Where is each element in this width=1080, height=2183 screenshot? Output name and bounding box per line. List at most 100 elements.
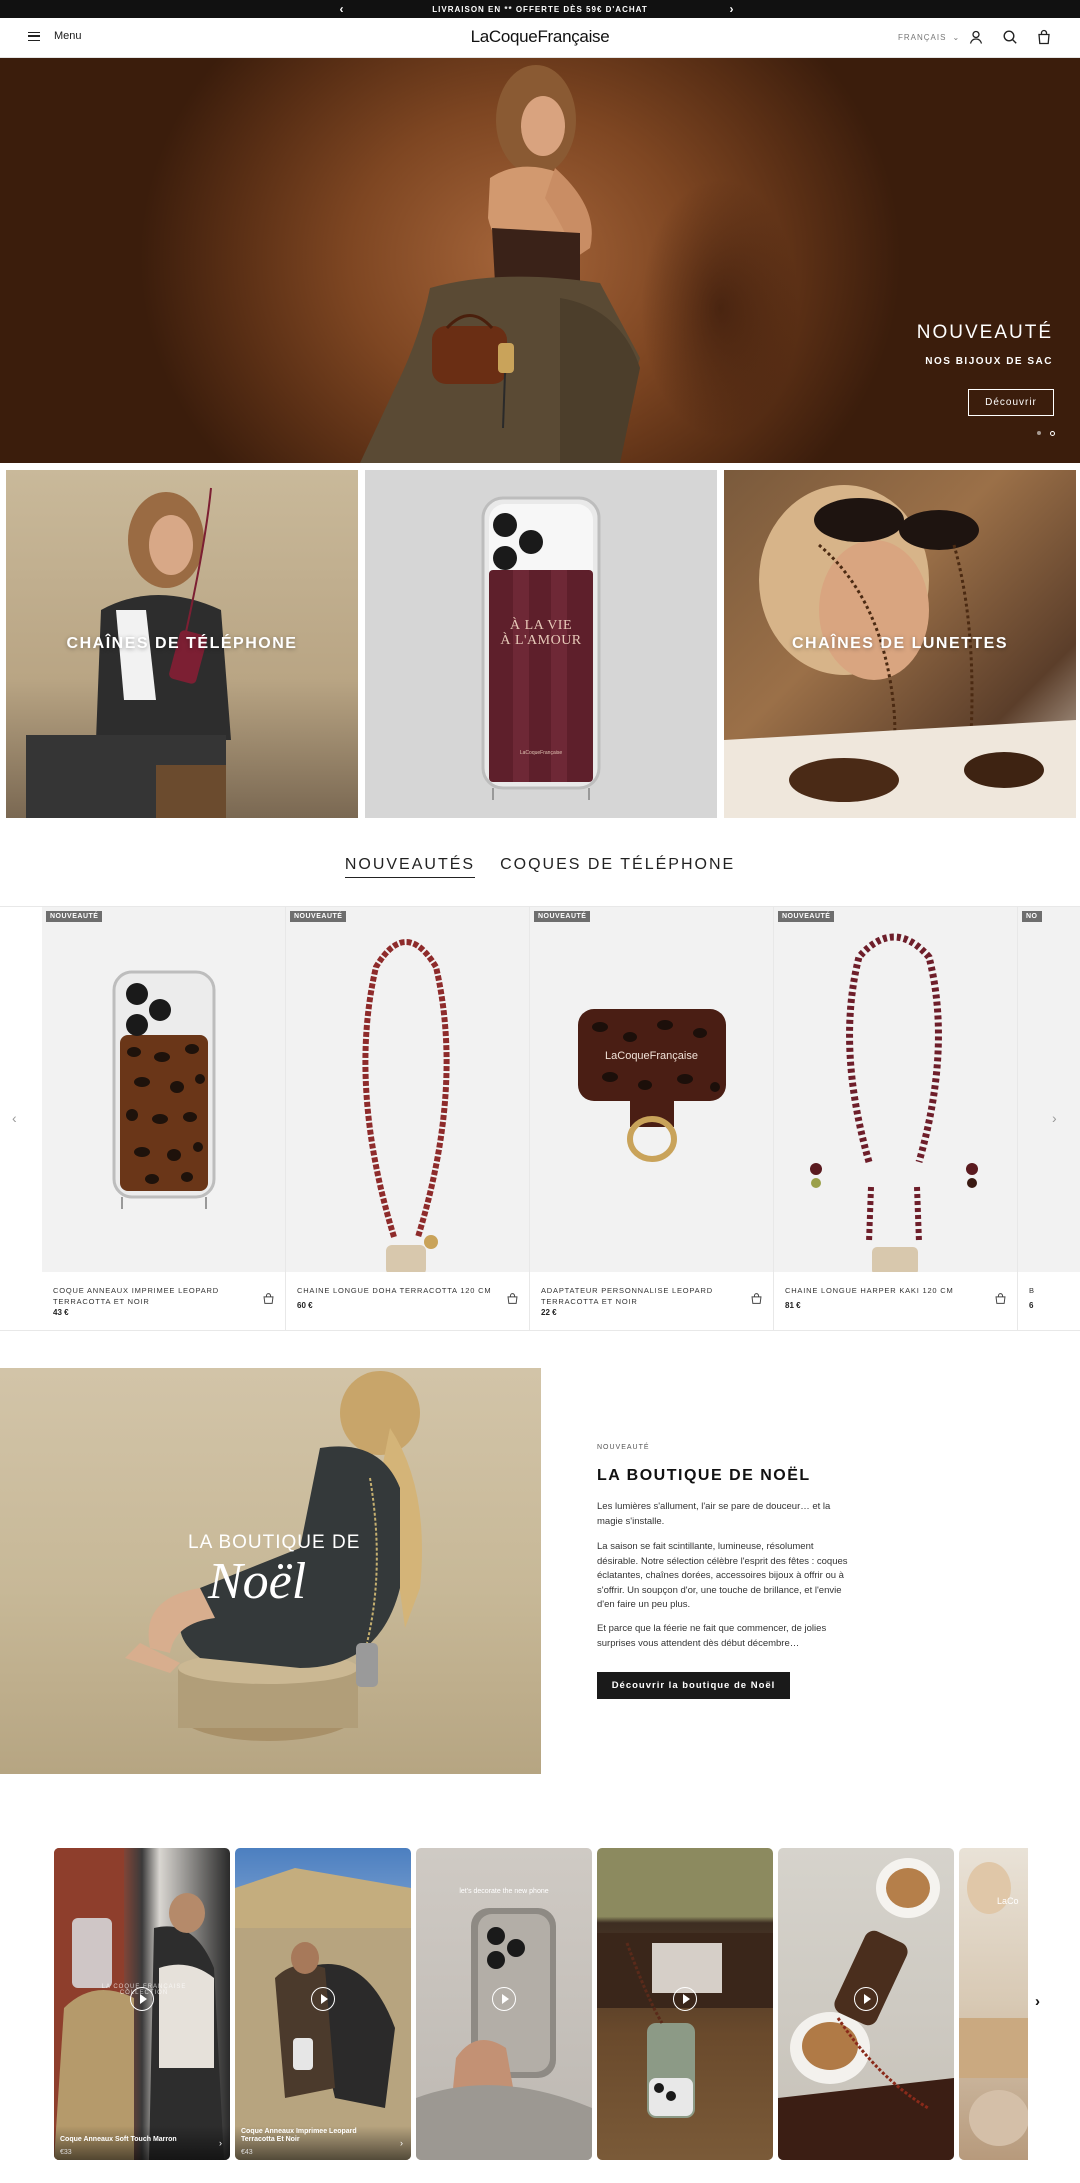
christmas-paragraph-1: Les lumières s'allument, l'air se pare d… [597,1501,831,1527]
video-card[interactable]: LaCo [959,1848,1028,2160]
language-label: FRANÇAIS [898,33,947,42]
language-selector[interactable]: FRANÇAIS ⌄ [898,33,960,42]
product-price: 43 € [53,1308,69,1317]
tab-nouveautes[interactable]: NOUVEAUTÉS [344,856,476,878]
product-card[interactable]: NOUVEAUTÉ CHAINE LONGUE DOHA TERRACOTTA … [286,907,530,1331]
bag-icon[interactable] [1036,29,1052,45]
product-name[interactable]: CHAINE LONGUE HARPER KAKI 120 CM [785,1285,981,1296]
video-title[interactable]: Coque Anneaux Soft Touch Marron [60,2136,210,2144]
product-card[interactable]: NOUVEAUTÉ LaCoqueFrançaise ADAPTATEUR PE… [530,907,774,1331]
video-price: €43 [241,2149,253,2156]
christmas-shop-button[interactable]: Découvrir la boutique de Noël [597,1672,790,1699]
product-image: NOUVEAUTÉ [774,907,1017,1272]
product-name[interactable]: CHAINE LONGUE DOHA TERRACOTTA 120 CM [297,1285,493,1296]
product-carousel: NOUVEAUTÉ COQUE ANNEAUX IMPRIMEE LEOPARD… [0,906,1080,1331]
christmas-paragraph-2: La saison se fait scintillante, lumineus… [597,1541,848,1610]
announcement-bar: ‹ LIVRAISON EN ** OFFERTE DÈS 59€ D'ACHA… [0,0,1080,18]
hero-subtitle: NOS BIJOUX DE SAC [925,356,1053,367]
video-card[interactable] [597,1848,773,2160]
carousel-prev-button[interactable]: ‹ [12,1110,17,1126]
collection-tabs: NOUVEAUTÉS COQUES DE TÉLÉPHONE [0,856,1080,878]
new-badge: NOUVEAUTÉ [534,911,591,922]
hero-dot-active[interactable] [1050,431,1055,436]
site-header: Menu LaCoqueFrançaise FRANÇAIS ⌄ [0,18,1080,58]
tile-phone-chains[interactable]: CHAÎNES DE TÉLÉPHONE [6,470,358,818]
tab-coques[interactable]: COQUES DE TÉLÉPHONE [500,856,735,878]
video-overlay-text: LaCo [997,1896,1019,1906]
christmas-kicker: NOUVEAUTÉ [597,1444,650,1451]
search-icon[interactable] [1002,29,1018,45]
add-to-cart-icon[interactable] [994,1292,1007,1305]
case-brand-text: LaCoqueFrançaise [519,750,563,756]
product-card[interactable]: NOUVEAUTÉ CHAINE LONGUE HARPER KAKI 120 … [774,907,1018,1331]
new-badge: NOUVEAUTÉ [290,911,347,922]
product-price: 60 € [297,1301,313,1310]
video-card[interactable]: let's decorate the new phone [416,1848,592,2160]
product-price: 6 [1029,1301,1034,1310]
user-icon[interactable] [968,29,984,45]
add-to-cart-icon[interactable] [506,1292,519,1305]
video-thumbnail [959,1862,1028,2146]
video-caption: Coque Anneaux Imprimee Leopard Terracott… [235,2126,411,2160]
video-next-button[interactable]: › [1035,1993,1040,2010]
announcement-next-button[interactable]: › [722,0,742,18]
page: ‹ LIVRAISON EN ** OFFERTE DÈS 59€ D'ACHA… [0,0,1080,2183]
play-icon[interactable] [854,1987,878,2011]
video-caption: Coque Anneaux Soft Touch Marron €33 › [54,2126,230,2160]
tile-phone-case-text: À LA VIE À L'AMOUR [365,618,717,648]
chevron-down-icon: ⌄ [952,33,961,42]
chain-harper-image [810,933,978,1272]
tile-phone-case[interactable]: À LA VIE À L'AMOUR LaCoqueFrançaise [365,470,717,818]
tile-phone-chains-label: CHAÎNES DE TÉLÉPHONE [66,635,298,652]
video-card[interactable]: Coque Anneaux Imprimee Leopard Terracott… [235,1848,411,2160]
new-badge: NO [1022,911,1042,922]
video-overlay-text: let's decorate the new phone [459,1888,549,1895]
hero-discover-button[interactable]: Découvrir [968,389,1054,416]
video-price: €33 [60,2149,72,2156]
hero-dot[interactable] [1037,431,1041,435]
product-card[interactable]: NOUVEAUTÉ COQUE ANNEAUX IMPRIMEE LEOPARD… [42,907,286,1331]
adapter-brand-text: LaCoqueFrançaise [605,1050,698,1062]
product-image: NOUVEAUTÉ [42,907,285,1272]
new-badge: NOUVEAUTÉ [46,911,103,922]
product-image: NOUVEAUTÉ [286,907,529,1272]
play-icon[interactable] [492,1987,516,2011]
header-icons [968,29,1052,45]
product-name[interactable]: ADAPTATEUR PERSONNALISE LEOPARD TERRACOT… [541,1285,737,1307]
tile-glasses-chains[interactable]: CHAÎNES DE LUNETTES [724,470,1076,818]
new-badge: NOUVEAUTÉ [778,911,835,922]
video-card[interactable]: LA COQUE FRANÇAISE COLLECTION Coque Anne… [54,1848,230,2160]
chevron-right-icon[interactable]: › [400,2138,403,2148]
christmas-image-text-1: LA BOUTIQUE DE [188,1532,361,1553]
play-icon[interactable] [130,1987,154,2011]
play-icon[interactable] [673,1987,697,2011]
announcement-prev-button[interactable]: ‹ [332,0,352,18]
announcement-text: LIVRAISON EN ** OFFERTE DÈS 59€ D'ACHAT [432,4,648,14]
christmas-image-text-2: Noël [208,1553,307,1610]
christmas-image[interactable]: LA BOUTIQUE DE Noël [0,1368,541,1774]
tile-glasses-chains-label: CHAÎNES DE LUNETTES [791,635,1009,652]
product-price: 22 € [541,1308,557,1317]
christmas-paragraph-3: Et parce que la féerie ne fait que comme… [597,1623,827,1649]
video-card[interactable] [778,1848,954,2160]
add-to-cart-icon[interactable] [750,1292,763,1305]
product-card[interactable]: NO B 6 [1018,907,1080,1331]
chain-doha-image [362,939,450,1272]
hero-model-image [360,65,640,463]
hero-title: NOUVEAUTÉ [916,322,1053,343]
product-image: NO [1018,907,1080,1272]
case-text-line-1: À LA VIE [509,618,573,633]
carousel-next-button[interactable]: › [1052,1110,1057,1126]
product-image: NOUVEAUTÉ LaCoqueFrançaise [530,907,773,1272]
adapter-image [578,1009,726,1162]
hero-banner[interactable]: NOUVEAUTÉ NOS BIJOUX DE SAC Découvrir [0,58,1080,463]
case-text-line-2: À L'AMOUR [500,633,582,648]
video-title[interactable]: Coque Anneaux Imprimee Leopard Terracott… [241,2128,391,2144]
add-to-cart-icon[interactable] [262,1292,275,1305]
christmas-title: LA BOUTIQUE DE NOËL [597,1467,811,1484]
product-price: 81 € [785,1301,801,1310]
product-name[interactable]: COQUE ANNEAUX IMPRIMEE LEOPARD TERRACOTT… [53,1285,249,1307]
chevron-right-icon[interactable]: › [219,2138,222,2148]
product-name[interactable]: B [1029,1285,1069,1296]
play-icon[interactable] [311,1987,335,2011]
